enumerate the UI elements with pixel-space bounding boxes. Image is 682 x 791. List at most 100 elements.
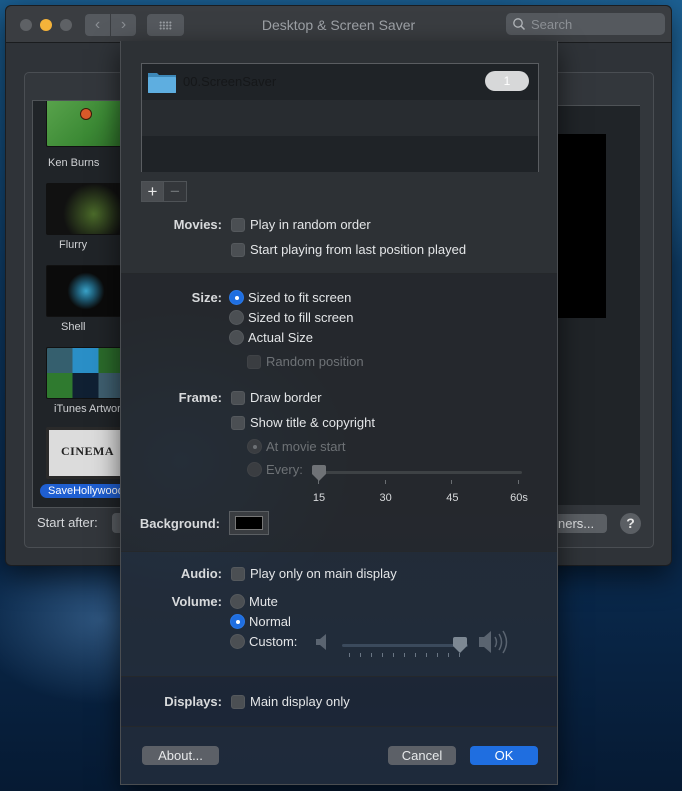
play-random-checkbox[interactable]: Play in random order [231, 217, 371, 232]
volume-tick [349, 653, 350, 657]
interval-tick [451, 480, 453, 484]
radio-selected[interactable] [247, 439, 262, 454]
volume-tick [448, 653, 449, 657]
start-after-label: Start after: [37, 515, 98, 530]
volume-tick [371, 653, 372, 657]
every-radio[interactable]: Every: [247, 462, 303, 477]
show-title-checkbox[interactable]: Show title & copyright [231, 415, 375, 430]
option-label: Show title & copyright [250, 415, 376, 430]
displays-label: Displays: [164, 694, 222, 709]
volume-tick [426, 653, 427, 657]
checkbox[interactable] [231, 566, 245, 581]
audio-label: Audio: [180, 566, 222, 581]
option-label: Draw border [250, 390, 322, 405]
volume-mute-radio[interactable]: Mute [230, 594, 278, 609]
option-label: Sized to fill screen [248, 310, 354, 325]
about-button[interactable]: About... [142, 746, 219, 765]
checkbox[interactable] [247, 354, 261, 369]
interval-tick-label: 45 [446, 492, 459, 504]
radio-selected[interactable] [230, 614, 245, 629]
preview-screen [557, 134, 606, 318]
remove-folder-button[interactable]: − [164, 181, 187, 202]
at-movie-start-radio[interactable]: At movie start [247, 439, 345, 454]
ken-burns-thumbnail [46, 101, 121, 147]
interval-tick-label: 30 [379, 492, 392, 504]
volume-tick [382, 653, 383, 657]
checkbox[interactable] [231, 694, 245, 709]
table-row[interactable]: 00.ScreenSaver 1 [142, 64, 538, 100]
checkbox[interactable] [231, 242, 245, 257]
volume-normal-radio[interactable]: Normal [230, 614, 291, 629]
option-label: Play in random order [250, 217, 371, 232]
interval-slider-thumb[interactable] [312, 465, 326, 481]
speaker-high-icon [479, 630, 508, 654]
size-actual-radio[interactable]: Actual Size [229, 330, 313, 345]
draw-border-checkbox[interactable]: Draw border [231, 390, 322, 405]
shell-thumbnail [46, 265, 121, 317]
radio[interactable] [247, 462, 262, 477]
interval-tick-label: 15 [312, 492, 326, 504]
size-fill-radio[interactable]: Sized to fill screen [229, 310, 354, 325]
search-icon [513, 18, 526, 31]
screen-saver-label: Flurry [59, 239, 88, 251]
color-swatch [235, 516, 263, 530]
frame-label: Frame: [178, 390, 222, 405]
volume-slider-track[interactable] [342, 644, 468, 647]
table-row [142, 100, 538, 136]
interval-tick-label: 60s [510, 492, 528, 504]
screen-saver-label: Shell [61, 321, 86, 333]
size-fit-radio[interactable]: Sized to fit screen [229, 290, 351, 305]
volume-tick [459, 653, 460, 657]
screen-saver-options-button[interactable]: ners... [556, 514, 607, 533]
main-display-only-checkbox[interactable]: Main display only [231, 694, 350, 709]
checkbox[interactable] [231, 390, 245, 405]
interval-tick [384, 480, 386, 484]
option-label: Normal [249, 614, 291, 629]
background-label: Background: [139, 516, 220, 531]
add-remove-control: + − [141, 181, 187, 202]
radio[interactable] [229, 330, 244, 345]
resume-playing-checkbox[interactable]: Start playing from last position played [231, 242, 466, 257]
screen-saver-label: SaveHollywood [40, 484, 121, 498]
folder-name: 00.ScreenSaver [183, 74, 277, 89]
volume-tick [437, 653, 438, 657]
cinema-ticket-text: CINEMA [61, 444, 114, 458]
movies-label: Movies: [173, 217, 222, 232]
table-row [142, 136, 538, 172]
checkbox[interactable] [231, 217, 245, 232]
title-bar: ‹ › Desktop & Screen Saver Search [6, 6, 671, 43]
option-label: Actual Size [248, 330, 314, 345]
size-label: Size: [191, 290, 222, 305]
audio-main-display-checkbox[interactable]: Play only on main display [231, 566, 397, 581]
radio[interactable] [230, 634, 245, 649]
screen-saver-list[interactable]: Ken Burns Flurry Shell iTunes Artwork CI… [32, 100, 122, 508]
option-label: Custom: [249, 634, 298, 649]
add-folder-button[interactable]: + [141, 181, 164, 202]
screen-saver-label: iTunes Artwork [54, 403, 122, 415]
interval-slider-track[interactable] [318, 471, 522, 474]
option-label: Every: [266, 462, 303, 477]
checkbox[interactable] [231, 415, 245, 430]
savehollywood-thumbnail: CINEMA [46, 427, 121, 479]
option-label: Mute [249, 594, 278, 609]
flurry-thumbnail [46, 183, 121, 235]
volume-slider-thumb[interactable] [453, 637, 467, 653]
volume-custom-radio[interactable]: Custom: [230, 634, 297, 649]
radio[interactable] [230, 594, 245, 609]
random-position-checkbox[interactable]: Random position [247, 354, 364, 369]
option-label: Main display only [250, 694, 350, 709]
help-button[interactable]: ? [620, 513, 641, 534]
volume-tick [393, 653, 394, 657]
option-label: At movie start [266, 439, 346, 454]
radio-selected[interactable] [229, 290, 244, 305]
screen-saver-label: Ken Burns [48, 157, 100, 169]
volume-label: Volume: [171, 594, 222, 609]
itunes-artwork-thumbnail [46, 347, 121, 399]
cancel-button[interactable]: Cancel [388, 746, 456, 765]
ok-button[interactable]: OK [470, 746, 538, 765]
search-field[interactable]: Search [506, 13, 665, 35]
radio[interactable] [229, 310, 244, 325]
volume-tick [360, 653, 361, 657]
folder-table[interactable]: 00.ScreenSaver 1 [141, 63, 539, 172]
background-color-well[interactable] [229, 511, 269, 535]
